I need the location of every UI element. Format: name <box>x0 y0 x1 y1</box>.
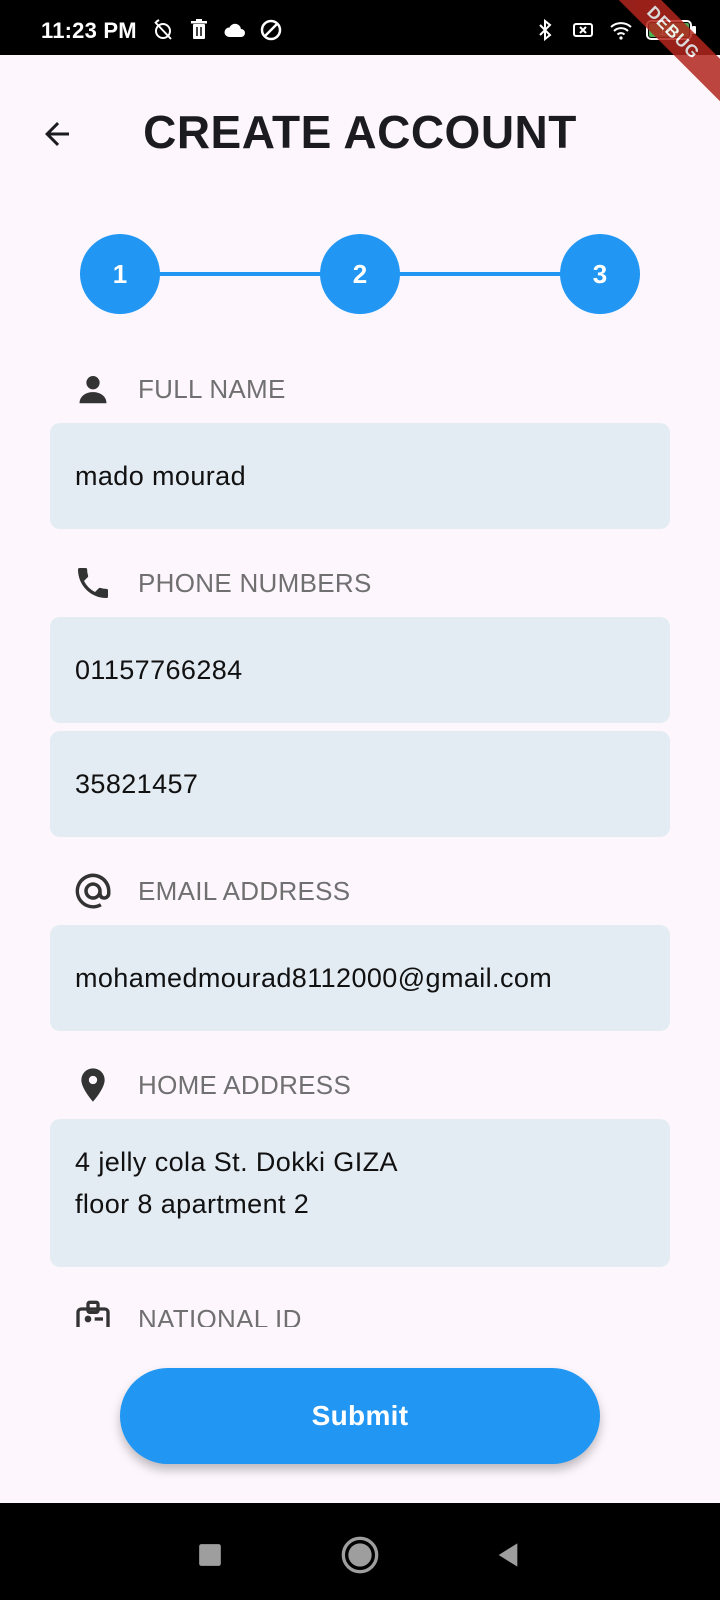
cloud-icon <box>224 23 245 37</box>
phone-numbers-label: PHONE NUMBERS <box>138 567 372 598</box>
submit-button[interactable]: Submit <box>120 1368 600 1464</box>
alarm-off-icon <box>154 19 172 40</box>
step-1[interactable]: 1 <box>80 234 160 314</box>
nav-back-button[interactable] <box>486 1533 530 1577</box>
full-name-label-row: FULL NAME <box>72 367 286 411</box>
progress-stepper: 1 2 3 <box>0 234 720 314</box>
full-name-label: FULL NAME <box>138 373 286 404</box>
email-field[interactable]: mohamedmourad8112000@gmail.com <box>50 925 670 1031</box>
wifi-icon <box>610 22 632 40</box>
step-connector-2-3 <box>398 272 562 276</box>
step-2[interactable]: 2 <box>320 234 400 314</box>
system-nav-bar <box>0 1503 720 1600</box>
home-icon <box>341 1536 379 1574</box>
home-address-line-2: floor 8 apartment 2 <box>75 1189 310 1219</box>
phone-icon <box>72 562 114 604</box>
bluetooth-icon <box>539 18 552 42</box>
status-left-icons <box>150 18 284 42</box>
status-bar: 11:23 PM <box>0 0 720 55</box>
app-header: CREATE ACCOUNT <box>0 55 720 215</box>
email-label: EMAIL ADDRESS <box>138 875 351 906</box>
home-address-label: HOME ADDRESS <box>138 1069 352 1100</box>
data-saver-icon <box>260 19 282 41</box>
national-id-label-row: NATIONAL ID <box>72 1297 302 1327</box>
national-id-label: NATIONAL ID <box>138 1303 302 1328</box>
phone-field-2[interactable]: 35821457 <box>50 731 670 837</box>
home-address-field[interactable]: 4 jelly cola St. Dokki GIZA floor 8 apar… <box>50 1119 670 1267</box>
phone-field-1[interactable]: 01157766284 <box>50 617 670 723</box>
status-time: 11:23 PM <box>41 18 137 43</box>
recents-button[interactable] <box>188 1533 232 1577</box>
home-address-label-row: HOME ADDRESS <box>72 1063 351 1107</box>
at-sign-icon <box>72 870 114 912</box>
step-3[interactable]: 3 <box>560 234 640 314</box>
id-badge-icon <box>72 1298 114 1327</box>
back-icon <box>498 1543 518 1567</box>
no-sim-icon <box>573 23 593 37</box>
person-icon <box>72 368 114 410</box>
step-connector-1-2 <box>158 272 322 276</box>
trash-icon <box>191 19 207 39</box>
scroll-clip-area: NATIONAL ID <box>0 1295 720 1327</box>
phone-numbers-label-row: PHONE NUMBERS <box>72 561 372 605</box>
recents-icon <box>199 1544 221 1566</box>
home-address-line-1: 4 jelly cola St. Dokki GIZA <box>75 1147 398 1177</box>
full-name-field[interactable]: mado mourad <box>50 423 670 529</box>
home-button[interactable] <box>338 1533 382 1577</box>
page-title: CREATE ACCOUNT <box>143 106 577 158</box>
location-pin-icon <box>72 1064 114 1106</box>
email-label-row: EMAIL ADDRESS <box>72 869 350 913</box>
